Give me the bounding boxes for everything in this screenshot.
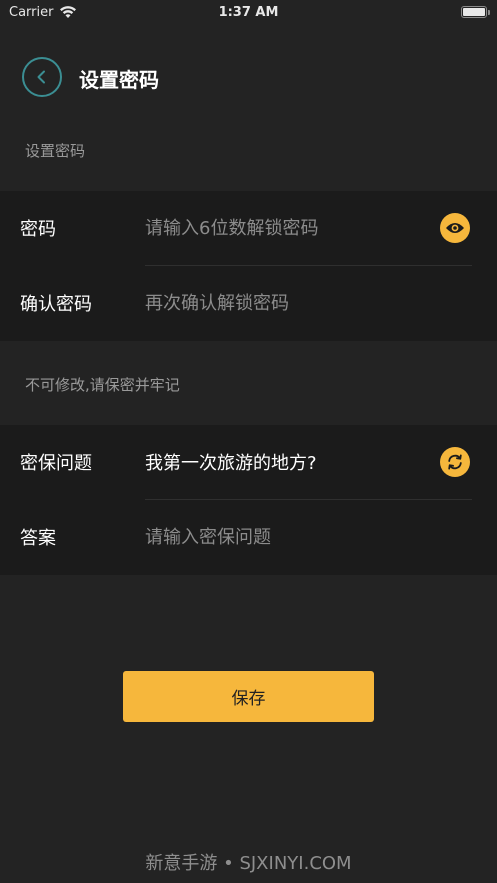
confirm-password-label: 确认密码 [20,294,92,315]
answer-label: 答案 [20,528,56,549]
status-bar: Carrier 1:37 AM [0,0,497,26]
confirm-password-input[interactable] [145,286,425,320]
section-header-password: 设置密码 [25,142,86,160]
password-row: 密码 [0,191,497,266]
security-question-value: 我第一次旅游的地方? [145,453,317,474]
change-question-button[interactable] [440,447,470,477]
security-group: 密保问题 我第一次旅游的地方? 答案 [0,425,497,575]
password-label: 密码 [20,219,56,240]
password-input[interactable] [145,211,425,245]
confirm-password-row: 确认密码 [0,266,497,341]
answer-input[interactable] [145,520,425,554]
watermark-text: 新意手游 • SJXINYI.COM [145,853,352,874]
chevron-left-icon [37,70,45,84]
back-button[interactable] [22,57,62,97]
clock: 1:37 AM [218,5,279,20]
save-button[interactable]: 保存 [123,671,374,722]
toggle-visibility-button[interactable] [440,213,470,243]
page-title: 设置密码 [79,68,159,92]
section-header-security: 不可修改,请保密并牢记 [25,376,180,394]
answer-row: 答案 [0,500,497,575]
password-group: 密码 确认密码 [0,191,497,341]
refresh-icon [448,454,462,470]
security-question-row: 密保问题 我第一次旅游的地方? [0,425,497,500]
eye-icon [446,223,464,233]
battery-icon [461,6,490,18]
security-question-label: 密保问题 [20,453,92,474]
nav-bar: 设置密码 [0,52,497,102]
